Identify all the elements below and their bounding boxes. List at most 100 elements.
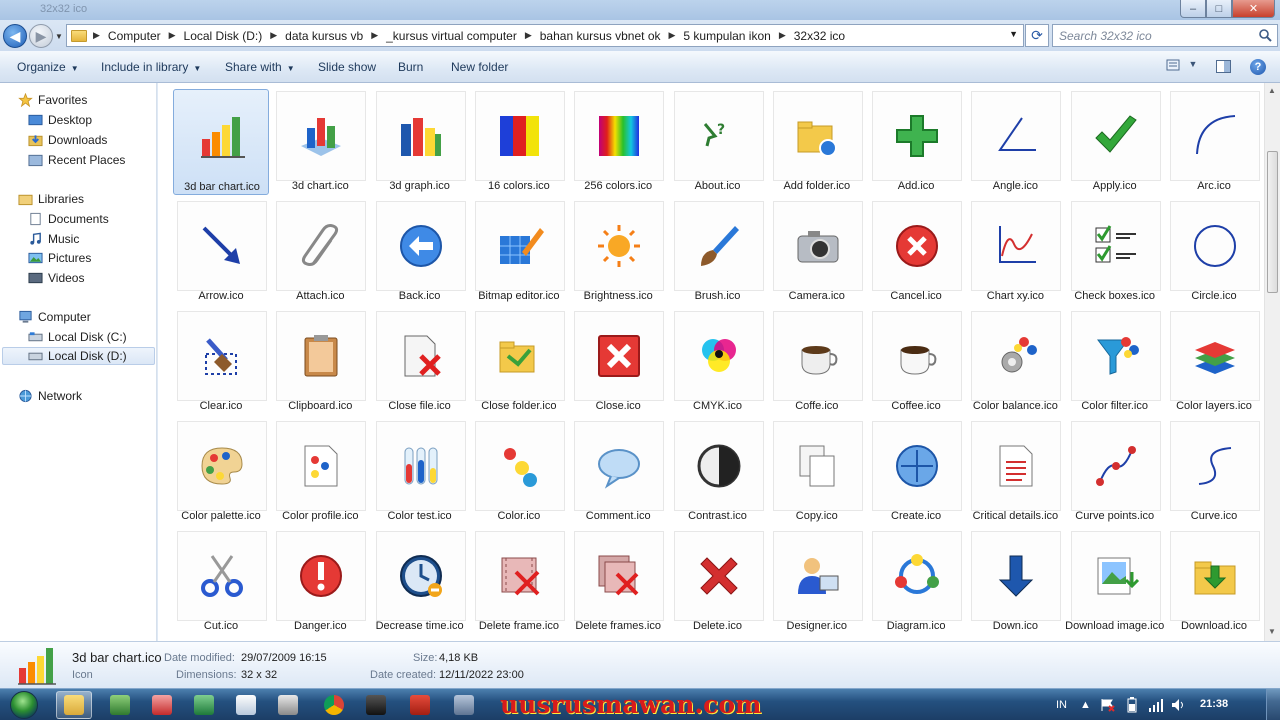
file-item[interactable]: Delete.ico [670, 529, 766, 635]
file-thumbnail[interactable] [772, 201, 863, 291]
preview-pane-icon[interactable] [1216, 60, 1231, 73]
file-thumbnail[interactable] [971, 91, 1062, 181]
file-item[interactable]: Coffe.ico [769, 309, 865, 415]
file-name[interactable]: Download image.ico [1063, 620, 1167, 633]
file-item[interactable]: Bitmap editor.ico [471, 199, 567, 305]
file-name[interactable]: Danger.ico [268, 620, 372, 633]
file-name[interactable]: Close.ico [566, 400, 670, 413]
file-name[interactable]: Angle.ico [963, 180, 1067, 193]
file-name[interactable]: Color balance.ico [963, 400, 1067, 413]
scroll-down-icon[interactable]: ▼ [1268, 627, 1276, 636]
file-name[interactable]: Cut.ico [169, 620, 273, 633]
file-item[interactable]: Apply.ico [1067, 89, 1163, 195]
file-name[interactable]: Diagram.ico [864, 620, 968, 633]
slide-show-button[interactable]: Slide show [318, 60, 376, 74]
file-item[interactable]: CMYK.ico [670, 309, 766, 415]
file-thumbnail[interactable] [375, 311, 466, 401]
file-name[interactable]: Color filter.ico [1063, 400, 1167, 413]
new-folder-button[interactable]: New folder [451, 60, 508, 74]
file-item[interactable]: 16 colors.ico [471, 89, 567, 195]
file-thumbnail[interactable] [872, 421, 963, 511]
file-name[interactable]: Bitmap editor.ico [467, 290, 571, 303]
nav-network[interactable]: Network [18, 387, 82, 405]
nav-computer[interactable]: Computer [18, 308, 91, 326]
file-thumbnail[interactable] [474, 91, 565, 181]
file-thumbnail[interactable] [178, 92, 268, 182]
file-item[interactable]: 3d graph.ico [372, 89, 468, 195]
file-item[interactable]: Clipboard.ico [272, 309, 368, 415]
file-item[interactable]: Down.ico [967, 529, 1063, 635]
file-item[interactable]: Close file.ico [372, 309, 468, 415]
file-thumbnail[interactable] [375, 91, 466, 181]
file-thumbnail[interactable] [375, 531, 466, 621]
file-name[interactable]: Color layers.ico [1162, 400, 1264, 413]
file-item[interactable]: Copy.ico [769, 419, 865, 525]
file-item[interactable]: Delete frames.ico [570, 529, 666, 635]
file-item[interactable]: Danger.ico [272, 529, 368, 635]
file-name[interactable]: CMYK.ico [666, 400, 770, 413]
show-desktop-button[interactable] [1266, 689, 1280, 720]
file-thumbnail[interactable] [1070, 531, 1161, 621]
breadcrumb-kursus-virtual-computer[interactable]: _kursus virtual computer [386, 29, 517, 43]
file-name[interactable]: Brush.ico [666, 290, 770, 303]
nav-recent-places[interactable]: Recent Places [28, 151, 125, 169]
nav-music[interactable]: Music [28, 230, 79, 248]
file-thumbnail[interactable] [1070, 91, 1161, 181]
file-name[interactable]: Close file.ico [368, 400, 472, 413]
chevron-right-icon[interactable]: ▶ [93, 30, 100, 41]
file-thumbnail[interactable] [872, 311, 963, 401]
file-thumbnail[interactable] [574, 201, 665, 291]
file-item[interactable]: Cut.ico [173, 529, 269, 635]
file-name[interactable]: Create.ico [864, 510, 968, 523]
file-name[interactable]: Arrow.ico [169, 290, 273, 303]
file-thumbnail[interactable] [872, 91, 963, 181]
chevron-right-icon[interactable]: ▶ [669, 30, 676, 41]
nav-local-disk-c[interactable]: Local Disk (C:) [28, 328, 127, 346]
nav-documents[interactable]: Documents [28, 210, 109, 228]
file-item[interactable]: Check boxes.ico [1067, 199, 1163, 305]
file-thumbnail[interactable] [772, 311, 863, 401]
file-item[interactable]: ? About.ico [670, 89, 766, 195]
taskbar-filezilla[interactable] [402, 691, 438, 719]
file-name[interactable]: Contrast.ico [666, 510, 770, 523]
file-item[interactable]: Color test.ico [372, 419, 468, 525]
file-item[interactable]: Coffee.ico [868, 309, 964, 415]
file-item[interactable]: Arrow.ico [173, 199, 269, 305]
file-name[interactable]: Coffee.ico [864, 400, 968, 413]
file-item[interactable]: Attach.ico [272, 199, 368, 305]
file-thumbnail[interactable] [276, 421, 367, 511]
file-thumbnail[interactable] [1170, 311, 1260, 401]
file-name[interactable]: Decrease time.ico [368, 620, 472, 633]
file-thumbnail[interactable] [872, 201, 963, 291]
volume-icon[interactable] [1170, 697, 1186, 713]
file-item[interactable]: Clear.ico [173, 309, 269, 415]
file-name[interactable]: Brightness.ico [566, 290, 670, 303]
file-thumbnail[interactable] [971, 531, 1062, 621]
file-thumbnail[interactable] [673, 421, 764, 511]
file-name[interactable]: Copy.ico [765, 510, 869, 523]
taskbar-explorer[interactable] [56, 691, 92, 719]
chevron-right-icon[interactable]: ▶ [525, 30, 532, 41]
refresh-button[interactable]: ⟳ [1025, 24, 1049, 47]
file-name[interactable]: Add folder.ico [765, 180, 869, 193]
file-name[interactable]: Circle.ico [1162, 290, 1264, 303]
file-thumbnail[interactable] [1070, 421, 1161, 511]
file-thumbnail[interactable]: ? [673, 91, 764, 181]
file-thumbnail[interactable] [971, 421, 1062, 511]
file-name[interactable]: Clipboard.ico [268, 400, 372, 413]
search-box[interactable] [1052, 24, 1278, 47]
breadcrumb-computer[interactable]: Computer [108, 29, 161, 43]
file-thumbnail[interactable] [1170, 91, 1260, 181]
chevron-right-icon[interactable]: ▶ [371, 30, 378, 41]
vertical-scrollbar[interactable]: ▲ ▼ [1264, 83, 1280, 641]
network-signal-icon[interactable] [1148, 697, 1164, 713]
file-item[interactable]: Delete frame.ico [471, 529, 567, 635]
file-thumbnail[interactable] [177, 311, 267, 401]
file-item[interactable]: Add folder.ico [769, 89, 865, 195]
file-thumbnail[interactable] [276, 201, 367, 291]
file-thumbnail[interactable] [474, 531, 565, 621]
file-item[interactable]: Download image.ico [1065, 529, 1164, 635]
file-item[interactable]: Close folder.ico [471, 309, 567, 415]
file-thumbnail[interactable] [772, 421, 863, 511]
file-thumbnail[interactable] [177, 421, 267, 511]
